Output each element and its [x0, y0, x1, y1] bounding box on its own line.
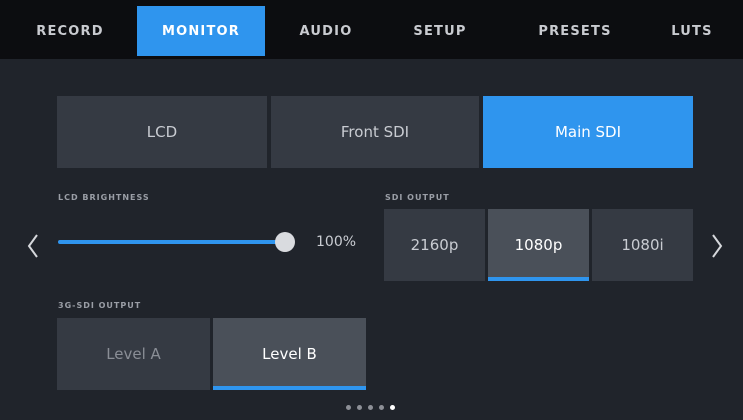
level-b-button[interactable]: Level B: [213, 318, 366, 390]
page-indicator: [346, 405, 395, 410]
lcd-brightness-track[interactable]: [58, 240, 286, 244]
sdi-2160p-button[interactable]: 2160p: [384, 209, 485, 281]
chevron-left-icon: [27, 234, 38, 258]
chevron-right-icon: [712, 234, 723, 258]
tab-audio[interactable]: AUDIO: [278, 6, 374, 56]
sdi-output-select: 2160p 1080p 1080i: [384, 209, 693, 281]
page-dot: [368, 405, 373, 410]
3g-sdi-output-select: Level A Level B: [57, 318, 366, 390]
tab-monitor[interactable]: MONITOR: [137, 6, 265, 56]
prev-page-button[interactable]: [22, 232, 44, 260]
level-a-button[interactable]: Level A: [57, 318, 210, 390]
page-dot: [357, 405, 362, 410]
monitor-select: LCD Front SDI Main SDI: [57, 96, 693, 168]
monitor-main-sdi-button[interactable]: Main SDI: [483, 96, 693, 168]
sdi-1080i-button[interactable]: 1080i: [592, 209, 693, 281]
sdi-1080p-button[interactable]: 1080p: [488, 209, 589, 281]
tab-setup[interactable]: SETUP: [385, 6, 495, 56]
lcd-brightness-label: LCD BRIGHTNESS: [58, 193, 150, 202]
next-page-button[interactable]: [706, 232, 728, 260]
monitor-front-sdi-button[interactable]: Front SDI: [271, 96, 479, 168]
lcd-brightness-thumb[interactable]: [275, 232, 295, 252]
tab-bar: RECORD MONITOR AUDIO SETUP PRESETS LUTS: [0, 0, 743, 59]
tab-presets[interactable]: PRESETS: [513, 6, 637, 56]
monitor-lcd-button[interactable]: LCD: [57, 96, 267, 168]
3g-sdi-output-label: 3G-SDI OUTPUT: [58, 301, 142, 310]
page-dot-active: [390, 405, 395, 410]
page-dot: [346, 405, 351, 410]
tab-record[interactable]: RECORD: [20, 6, 120, 56]
lcd-brightness-value: 100%: [316, 234, 357, 250]
page-dot: [379, 405, 384, 410]
sdi-output-label: SDI OUTPUT: [385, 193, 450, 202]
tab-luts[interactable]: LUTS: [652, 6, 732, 56]
